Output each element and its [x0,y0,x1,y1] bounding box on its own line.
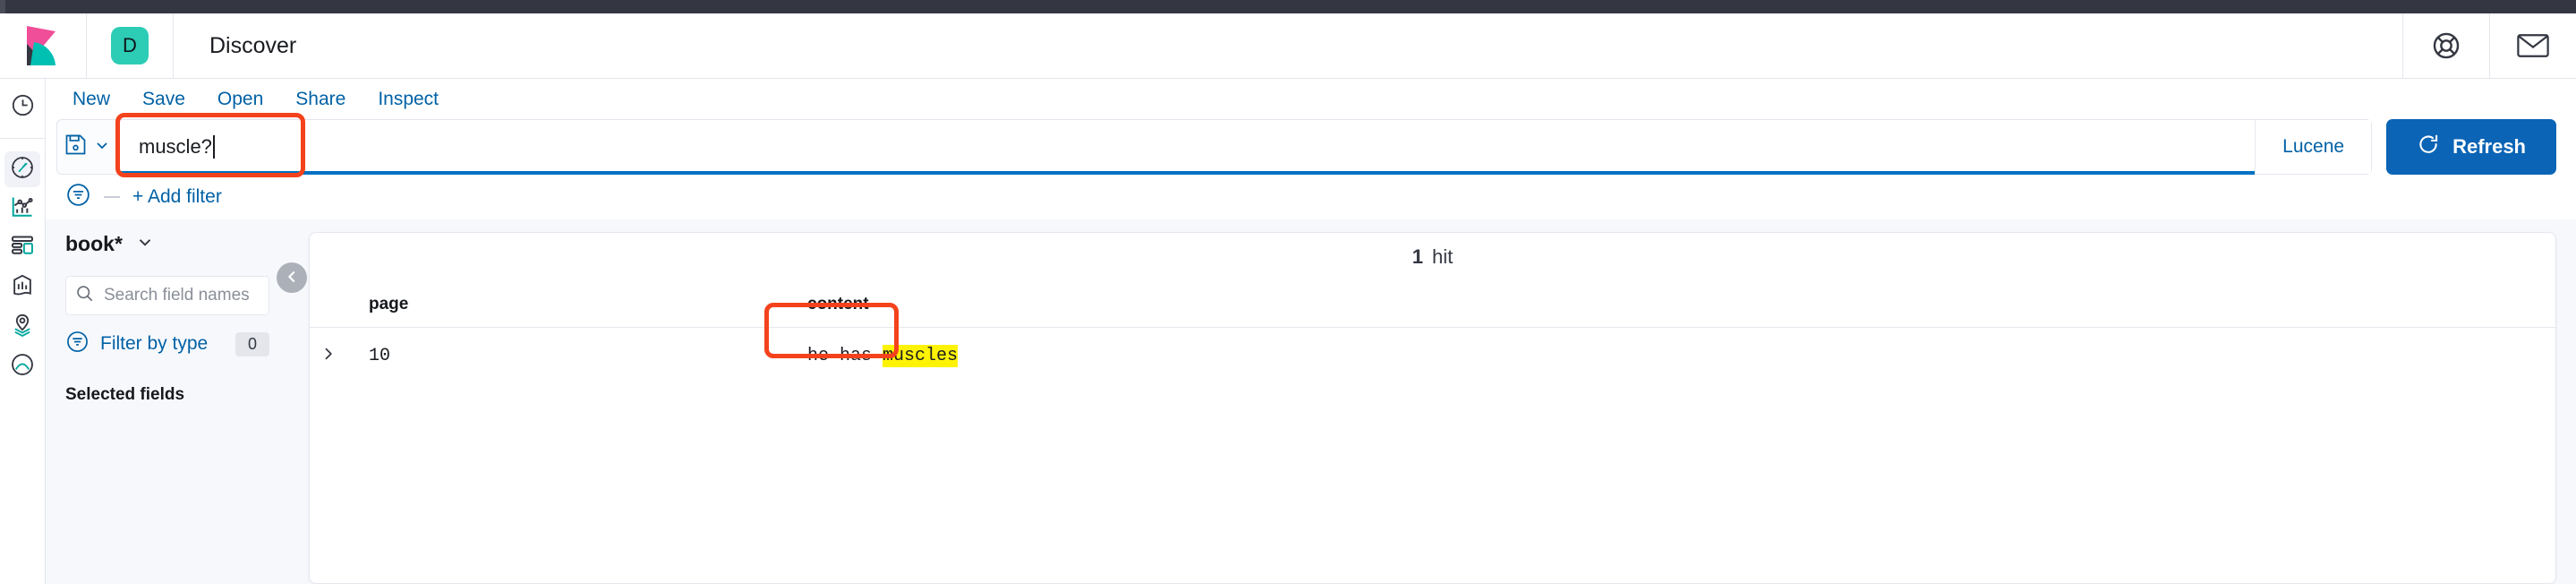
topnav-item-save[interactable]: Save [126,89,201,110]
rail-item-machine-learning[interactable] [4,348,40,384]
visualize-chart-icon [10,194,35,224]
query-input-group: muscle? Lucene [56,113,2373,177]
table-row[interactable]: 10 he has muscles [310,302,2555,383]
filter-by-type-button[interactable]: Filter by type 0 [65,330,269,358]
add-filter-button[interactable]: + Add filter [132,186,222,208]
rail-item-maps[interactable] [4,309,40,345]
rail-item-discover[interactable] [4,151,40,187]
refresh-button-label: Refresh [2452,135,2526,158]
filter-by-type-count: 0 [235,331,269,356]
rail-item-dashboard[interactable] [4,230,40,266]
search-field-names-input[interactable]: Search field names [65,276,269,315]
cell-content: he has muscles [764,302,2555,367]
hit-count-label: hit [1432,245,1454,268]
main-column: New Save Open Share Inspect muscle? Luce… [46,79,2576,584]
table-header-content[interactable]: content [786,295,2555,314]
window-chrome-strip [0,0,2576,13]
refresh-button[interactable]: Refresh [2386,119,2556,175]
query-input-focus-underline [119,171,2256,175]
query-input-value: muscle? [139,135,212,158]
search-field-names-placeholder: Search field names [104,286,250,305]
filter-bar-dash [104,196,120,198]
rail-item-canvas[interactable] [4,270,40,305]
selected-fields-header: Selected fields [65,385,185,404]
index-pattern-selector[interactable]: book* [65,232,269,256]
help-lifebuoy-icon[interactable] [2403,13,2489,79]
index-pattern-name: book* [65,232,123,255]
hit-count-row: 1 hit [310,233,2555,281]
window-chrome-notch [0,0,5,13]
space-badge[interactable]: D [111,27,149,64]
sidebar-collapse-button[interactable] [277,262,307,293]
app-body: New Save Open Share Inspect muscle? Luce… [0,79,2576,584]
search-magnifier-icon [75,284,95,308]
cell-content-prefix: he has [807,345,883,366]
table-header-page[interactable]: page [347,295,786,314]
content-region: book* Search field names Filter by type … [46,219,2576,584]
filter-by-type-label: Filter by type [100,333,209,354]
refresh-icon [2417,133,2440,161]
app-header: D Discover [0,13,2576,79]
table-header-row: page content [310,281,2555,328]
results-wrap: 1 hit page content 10 he has muscles [289,219,2576,584]
text-caret [212,135,215,159]
query-language-label: Lucene [2282,136,2345,157]
topnav-item-inspect[interactable]: Inspect [362,89,455,110]
cell-content-highlight: muscles [883,344,959,367]
query-language-switcher[interactable]: Lucene [2255,120,2372,174]
chevron-right-icon [320,345,337,367]
filter-circle-icon[interactable] [65,182,91,212]
rail-item-recently-viewed[interactable] [4,90,40,125]
mail-envelope-icon[interactable] [2490,13,2576,79]
saved-query-button[interactable] [57,120,118,174]
rail-item-visualize[interactable] [4,191,40,227]
chevron-down-icon [93,136,111,159]
left-nav-rail [0,79,46,584]
maps-pin-layers-icon [10,313,35,342]
filter-bar: + Add filter [46,175,2576,219]
row-expand-button[interactable] [310,345,347,367]
canvas-presentation-icon [10,273,35,303]
cell-page: 10 [369,345,391,366]
hit-count-value: 1 [1412,245,1423,268]
results-panel: 1 hit page content 10 he has muscles [309,232,2556,584]
topnav-item-new[interactable]: New [56,89,126,110]
discover-topnav: New Save Open Share Inspect [46,79,2576,119]
query-input[interactable]: muscle? [115,113,2256,177]
chevron-left-icon [284,269,300,288]
space-badge-wrap[interactable]: D [87,27,173,64]
topnav-item-share[interactable]: Share [279,89,362,110]
documents-table: page content 10 he has muscles [310,281,2555,583]
discover-compass-icon [10,155,35,185]
query-bar: muscle? Lucene Refresh [46,113,2576,177]
kibana-logo-icon[interactable] [0,26,86,65]
recently-viewed-clock-icon [11,93,35,122]
save-floppy-icon [64,133,87,160]
filter-circle-icon [65,330,90,358]
machine-learning-icon [10,352,35,382]
rail-divider [0,138,46,139]
chevron-down-icon [135,232,155,256]
dashboard-grid-icon [10,234,35,263]
field-sidebar: book* Search field names Filter by type … [46,219,307,584]
page-title: Discover [209,32,297,58]
topnav-item-open[interactable]: Open [201,89,279,110]
